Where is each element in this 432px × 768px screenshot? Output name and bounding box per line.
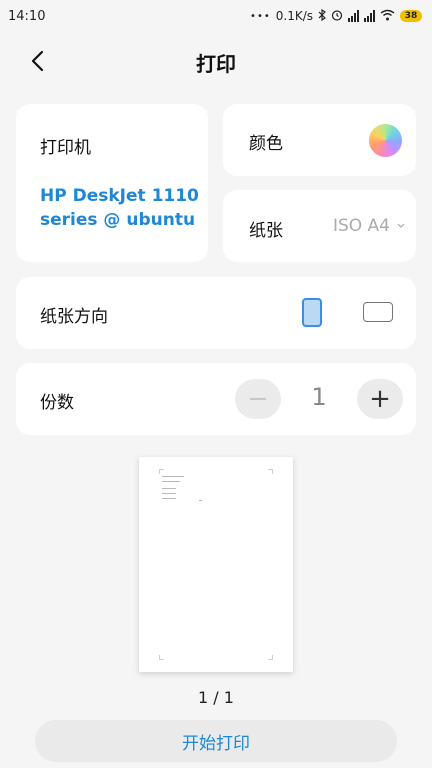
printer-name[interactable]: HP DeskJet 1110 series @ ubuntu bbox=[40, 184, 200, 232]
copies-card: 份数 − 1 + bbox=[16, 363, 416, 435]
paper-card[interactable]: 纸张 ISO A4 bbox=[223, 190, 416, 262]
network-speed: 0.1K/s bbox=[275, 9, 313, 23]
print-settings-screen: 14:10 ••• 0.1K/s 38 打印 打印机 HP DeskJet 11 bbox=[0, 0, 432, 768]
orientation-card: 纸张方向 bbox=[16, 277, 416, 349]
signal-icon bbox=[364, 10, 375, 22]
alarm-icon bbox=[331, 9, 343, 24]
color-label: 颜色 bbox=[249, 134, 283, 154]
increment-copies-button[interactable]: + bbox=[357, 379, 403, 419]
page-title: 打印 bbox=[196, 52, 236, 76]
printer-label: 打印机 bbox=[40, 138, 91, 158]
preview-text-line bbox=[162, 481, 180, 482]
bluetooth-icon bbox=[318, 8, 326, 24]
copies-label: 份数 bbox=[40, 393, 74, 413]
decrement-copies-button[interactable]: − bbox=[235, 379, 281, 419]
crop-mark bbox=[268, 655, 273, 660]
status-time: 14:10 bbox=[8, 8, 46, 24]
header: 打印 bbox=[0, 36, 432, 86]
paper-size-select[interactable]: ISO A4 bbox=[333, 216, 390, 236]
page-indicator: 1 / 1 bbox=[198, 688, 234, 707]
signal-hd-icon bbox=[348, 10, 359, 22]
preview-text-line bbox=[199, 500, 202, 501]
print-preview-page[interactable] bbox=[139, 457, 293, 672]
copies-value: 1 bbox=[311, 383, 327, 411]
crop-mark bbox=[159, 655, 164, 660]
status-bar: 14:10 ••• 0.1K/s 38 bbox=[0, 0, 432, 32]
crop-mark bbox=[268, 469, 273, 474]
portrait-orientation-icon[interactable] bbox=[302, 298, 322, 327]
orientation-label: 纸张方向 bbox=[40, 307, 108, 327]
notification-dots-icon: ••• bbox=[250, 10, 271, 22]
crop-mark bbox=[159, 469, 164, 474]
preview-text-line bbox=[162, 498, 176, 499]
battery-icon: 38 bbox=[400, 10, 422, 22]
preview-text-line bbox=[162, 476, 184, 477]
color-swatch-icon[interactable] bbox=[369, 124, 402, 157]
preview-text-line bbox=[162, 493, 176, 494]
paper-label: 纸张 bbox=[249, 221, 283, 241]
color-card[interactable]: 颜色 bbox=[223, 104, 416, 176]
printer-card[interactable]: 打印机 HP DeskJet 1110 series @ ubuntu bbox=[16, 104, 208, 262]
landscape-orientation-icon[interactable] bbox=[363, 302, 393, 322]
status-icons: ••• 0.1K/s 38 bbox=[250, 8, 422, 24]
preview-text-line bbox=[162, 488, 176, 489]
wifi-icon bbox=[380, 9, 395, 24]
start-print-button[interactable]: 开始打印 bbox=[35, 720, 397, 762]
chevron-down-icon bbox=[397, 223, 405, 228]
